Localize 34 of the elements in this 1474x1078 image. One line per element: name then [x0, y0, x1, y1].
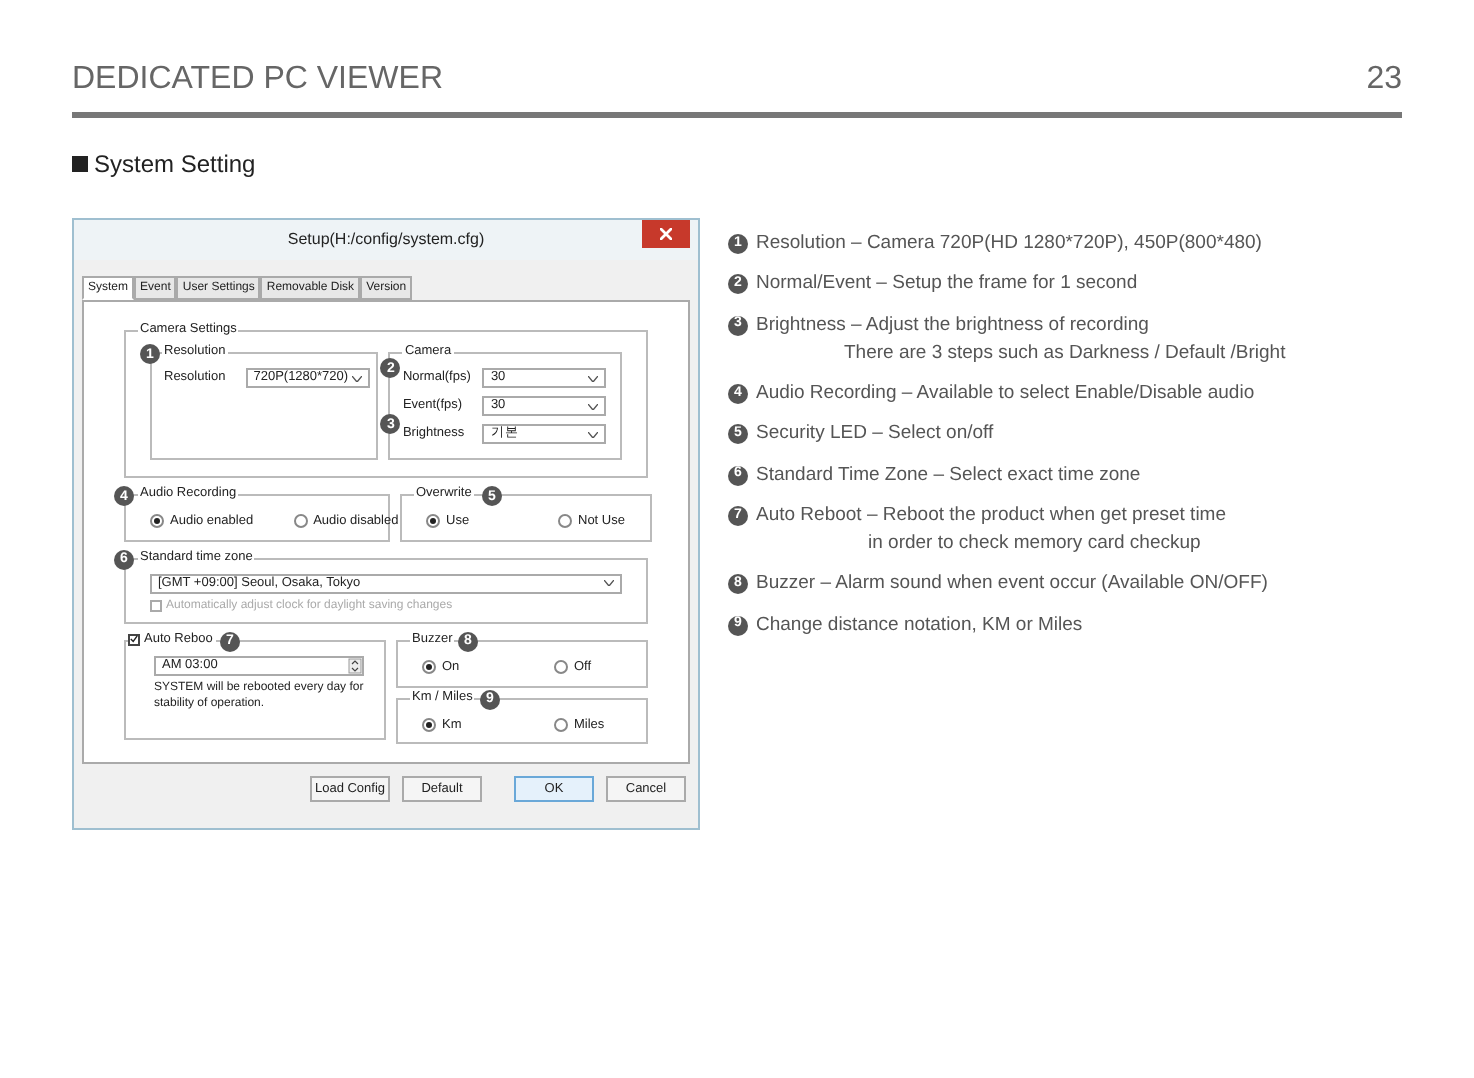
radio-button[interactable]	[293, 514, 308, 529]
note-text: Buzzer – Alarm sound when event occur (Available ON/OFF)	[756, 570, 1268, 599]
note-text: Security LED – Select on/off	[756, 420, 994, 449]
page-number: 23	[1366, 60, 1402, 100]
radio-button[interactable]	[422, 717, 436, 732]
note-text: Normal/Event – Setup the frame for 1 second	[756, 270, 1138, 299]
checkbox[interactable]	[128, 633, 140, 646]
radio-button[interactable]	[554, 660, 568, 675]
note-text: Brightness – Adjust the brightness of recording	[756, 311, 1149, 339]
chevron-icon	[351, 375, 362, 381]
note-text: Change distance notation, KM or Miles	[756, 611, 1083, 639]
close-button[interactable]	[642, 220, 690, 248]
chevron-icon	[588, 403, 599, 409]
note-text: Auto Reboot – Reboot the product when get preset time	[756, 501, 1227, 530]
page-header: DEDICATED PC VIEWER	[72, 60, 443, 100]
chevron-icon	[604, 580, 614, 587]
check-icon	[130, 634, 138, 645]
note-text: Resolution – Camera 720P(HD 1280*720P), 450P(800*480)	[756, 230, 1262, 258]
close-icon	[660, 228, 672, 240]
note-text: Standard Time Zone – Select exact time zone	[756, 461, 1141, 489]
section-title: System Setting	[94, 148, 256, 182]
radio-button[interactable]	[422, 660, 436, 675]
square-bullet-icon	[72, 156, 88, 172]
window-title: Setup(H:/config/system.cfg)	[287, 228, 485, 252]
radio-button[interactable]	[150, 514, 164, 529]
note-text: in order to check memory card checkup	[866, 530, 1203, 558]
radio-button[interactable]	[554, 717, 568, 732]
chevron-icon	[588, 375, 599, 381]
note-text: There are 3 steps such as Darkness / Default /Bright	[842, 339, 1286, 368]
radio-button[interactable]	[426, 514, 440, 529]
note-text: Audio Recording – Available to select Enable/Disable audio	[756, 380, 1255, 408]
spinner-icon	[348, 657, 362, 674]
chevron-icon	[588, 431, 599, 437]
radio-button[interactable]	[558, 514, 572, 529]
